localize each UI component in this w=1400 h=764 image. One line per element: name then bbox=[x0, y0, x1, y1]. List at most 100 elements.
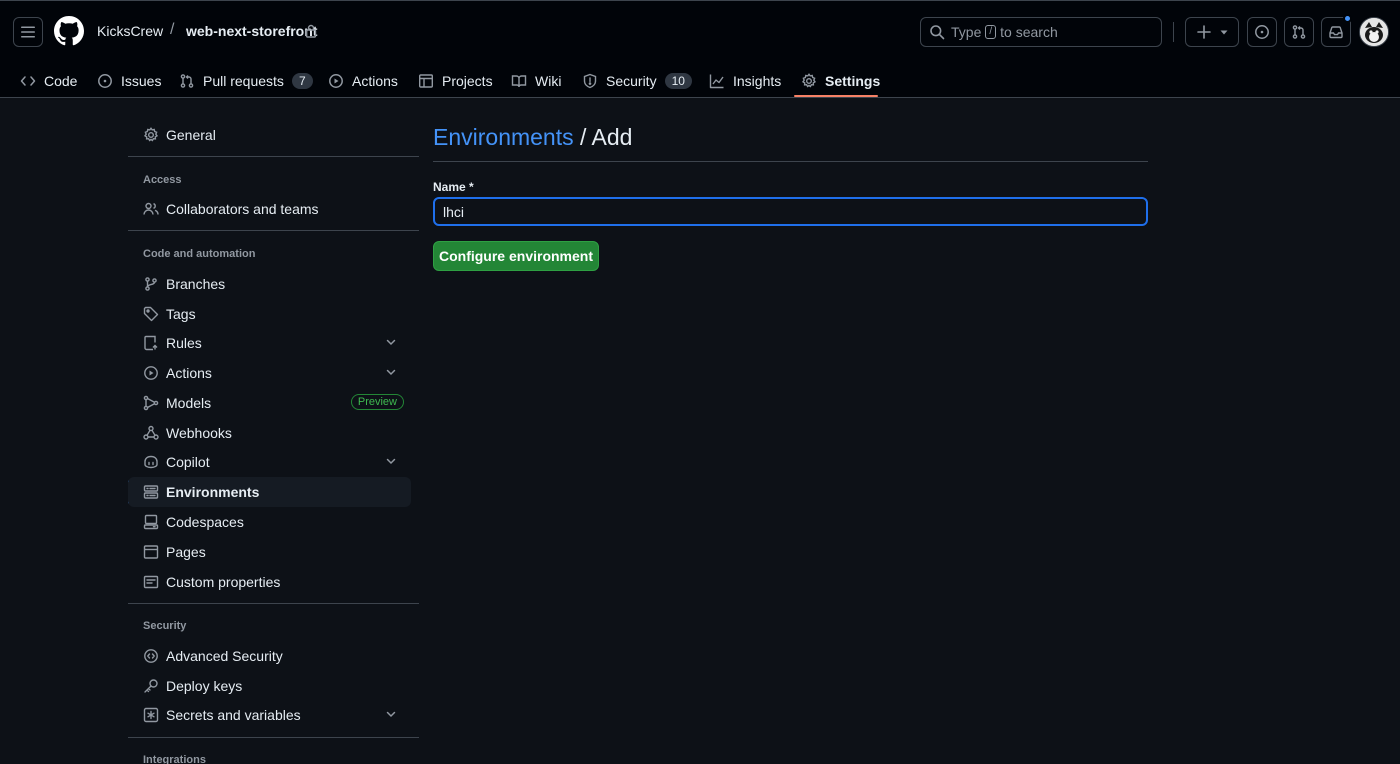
repo-nav: Code Issues Pull requests 7 Actions Proj… bbox=[0, 63, 1400, 99]
sidebar-item-deploy-keys[interactable]: Deploy keys bbox=[128, 671, 411, 701]
sidebar-item-models[interactable]: Models Preview bbox=[128, 388, 411, 418]
tab-code[interactable]: Code bbox=[20, 63, 77, 99]
configure-environment-button[interactable]: Configure environment bbox=[433, 241, 599, 271]
title-divider bbox=[433, 161, 1148, 162]
your-pull-requests-button[interactable] bbox=[1284, 17, 1314, 47]
pull-requests-count: 7 bbox=[291, 73, 313, 89]
chevron-down-icon bbox=[386, 458, 396, 465]
sidebar-item-branches[interactable]: Branches bbox=[128, 269, 411, 299]
sidebar-item-advanced-security[interactable]: Advanced Security bbox=[128, 641, 411, 671]
sidebar-item-rules[interactable]: Rules bbox=[128, 328, 411, 358]
tab-pull-requests[interactable]: Pull requests 7 bbox=[179, 63, 313, 99]
menu-button[interactable] bbox=[13, 17, 43, 47]
sidebar-item-general[interactable]: General bbox=[128, 120, 411, 150]
sidebar-item-label: Environments bbox=[166, 484, 260, 500]
sidebar-item-label: Actions bbox=[166, 365, 212, 381]
github-logo-icon[interactable] bbox=[54, 16, 84, 46]
table-icon bbox=[419, 74, 434, 88]
chevron-down-icon bbox=[386, 369, 396, 376]
shield-icon bbox=[583, 73, 597, 89]
global-header: KicksCrew / web-next-storefront Type / t… bbox=[0, 0, 1400, 98]
sidebar-item-environments[interactable]: Environments bbox=[128, 477, 411, 507]
sidebar-item-custom-properties[interactable]: Custom properties bbox=[128, 567, 411, 597]
sidebar-item-label: Collaborators and teams bbox=[166, 201, 319, 217]
tab-label: Code bbox=[44, 73, 78, 89]
search-shortcut-key: / bbox=[985, 25, 997, 39]
code-icon bbox=[20, 76, 36, 86]
tab-settings[interactable]: Settings bbox=[801, 63, 880, 99]
tab-insights[interactable]: Insights bbox=[709, 63, 781, 99]
sidebar-divider bbox=[128, 230, 419, 231]
sidebar-item-codespaces[interactable]: Codespaces bbox=[128, 507, 411, 537]
server-icon bbox=[143, 485, 159, 499]
breadcrumb-current: / Add bbox=[573, 124, 633, 150]
git-pull-request-icon bbox=[1292, 25, 1306, 39]
copilot-icon bbox=[144, 455, 158, 469]
sidebar-heading-access: Access bbox=[143, 174, 182, 186]
environments-breadcrumb-link[interactable]: Environments bbox=[433, 124, 574, 150]
git-branch-icon bbox=[145, 277, 157, 291]
sidebar-item-collaborators[interactable]: Collaborators and teams bbox=[128, 194, 411, 224]
search-input[interactable]: Type / to search bbox=[920, 17, 1162, 47]
gear-icon bbox=[801, 73, 817, 88]
tab-wiki[interactable]: Wiki bbox=[511, 63, 561, 99]
sidebar-item-copilot[interactable]: Copilot bbox=[128, 447, 411, 477]
gear-icon bbox=[143, 127, 159, 142]
codespaces-icon bbox=[143, 514, 159, 530]
tab-actions[interactable]: Actions bbox=[328, 63, 398, 99]
notification-indicator bbox=[1343, 14, 1352, 23]
sidebar-heading-integrations: Integrations bbox=[143, 754, 206, 764]
sidebar-item-tags[interactable]: Tags bbox=[128, 299, 411, 329]
tab-label: Issues bbox=[121, 73, 162, 89]
repo-link[interactable]: web-next-storefront bbox=[186, 23, 317, 39]
page-title: Environments / Add bbox=[433, 124, 632, 151]
preview-badge: Preview bbox=[350, 394, 404, 410]
codescan-icon bbox=[144, 649, 158, 663]
tab-label: Wiki bbox=[535, 73, 562, 89]
note-icon bbox=[143, 575, 159, 589]
chevron-down-icon bbox=[386, 339, 396, 346]
sidebar-item-label: Tags bbox=[166, 306, 196, 322]
sidebar-item-label: Secrets and variables bbox=[166, 707, 301, 723]
owner-link[interactable]: KicksCrew bbox=[97, 23, 163, 39]
avatar[interactable] bbox=[1359, 17, 1389, 47]
tab-label: Settings bbox=[825, 73, 881, 89]
play-icon bbox=[329, 74, 343, 88]
sidebar-item-pages[interactable]: Pages bbox=[128, 537, 411, 567]
tab-label: Actions bbox=[352, 73, 398, 89]
tag-icon bbox=[143, 306, 159, 322]
chevron-down-icon bbox=[386, 711, 396, 718]
issue-opened-icon bbox=[98, 74, 112, 88]
sidebar-item-label: Rules bbox=[166, 335, 202, 351]
tab-issues[interactable]: Issues bbox=[97, 63, 161, 99]
sidebar-item-secrets-variables[interactable]: Secrets and variables bbox=[128, 700, 411, 730]
key-icon bbox=[144, 679, 158, 693]
people-icon bbox=[143, 202, 159, 215]
tab-security[interactable]: Security 10 bbox=[582, 63, 692, 99]
git-pull-request-icon bbox=[180, 74, 194, 88]
repo-push-icon bbox=[144, 335, 158, 351]
workflow-icon bbox=[143, 395, 159, 411]
tab-label: Security bbox=[606, 73, 657, 89]
sidebar-item-actions[interactable]: Actions bbox=[128, 358, 411, 388]
sidebar-item-label: Models bbox=[166, 395, 212, 411]
graph-icon bbox=[709, 74, 724, 89]
sidebar-divider bbox=[128, 156, 419, 157]
issue-opened-icon bbox=[1255, 25, 1269, 39]
book-icon bbox=[511, 75, 527, 88]
triangle-down-icon bbox=[1220, 30, 1227, 35]
name-field-label: Name * bbox=[433, 180, 474, 194]
sidebar-item-label: Branches bbox=[166, 276, 226, 292]
settings-sidebar: General Access Collaborators and teams C… bbox=[128, 98, 419, 764]
your-issues-button[interactable] bbox=[1247, 17, 1277, 47]
sidebar-item-label: Webhooks bbox=[166, 425, 232, 441]
sidebar-item-webhooks[interactable]: Webhooks bbox=[128, 418, 411, 448]
create-new-button[interactable] bbox=[1185, 17, 1239, 47]
sidebar-item-label: General bbox=[166, 127, 216, 143]
sidebar-divider bbox=[128, 737, 419, 738]
sidebar-item-label: Copilot bbox=[166, 454, 210, 470]
sidebar-item-label: Codespaces bbox=[166, 514, 244, 530]
sidebar-heading-security: Security bbox=[143, 620, 187, 632]
tab-projects[interactable]: Projects bbox=[418, 63, 493, 99]
environment-name-input[interactable] bbox=[433, 197, 1148, 226]
